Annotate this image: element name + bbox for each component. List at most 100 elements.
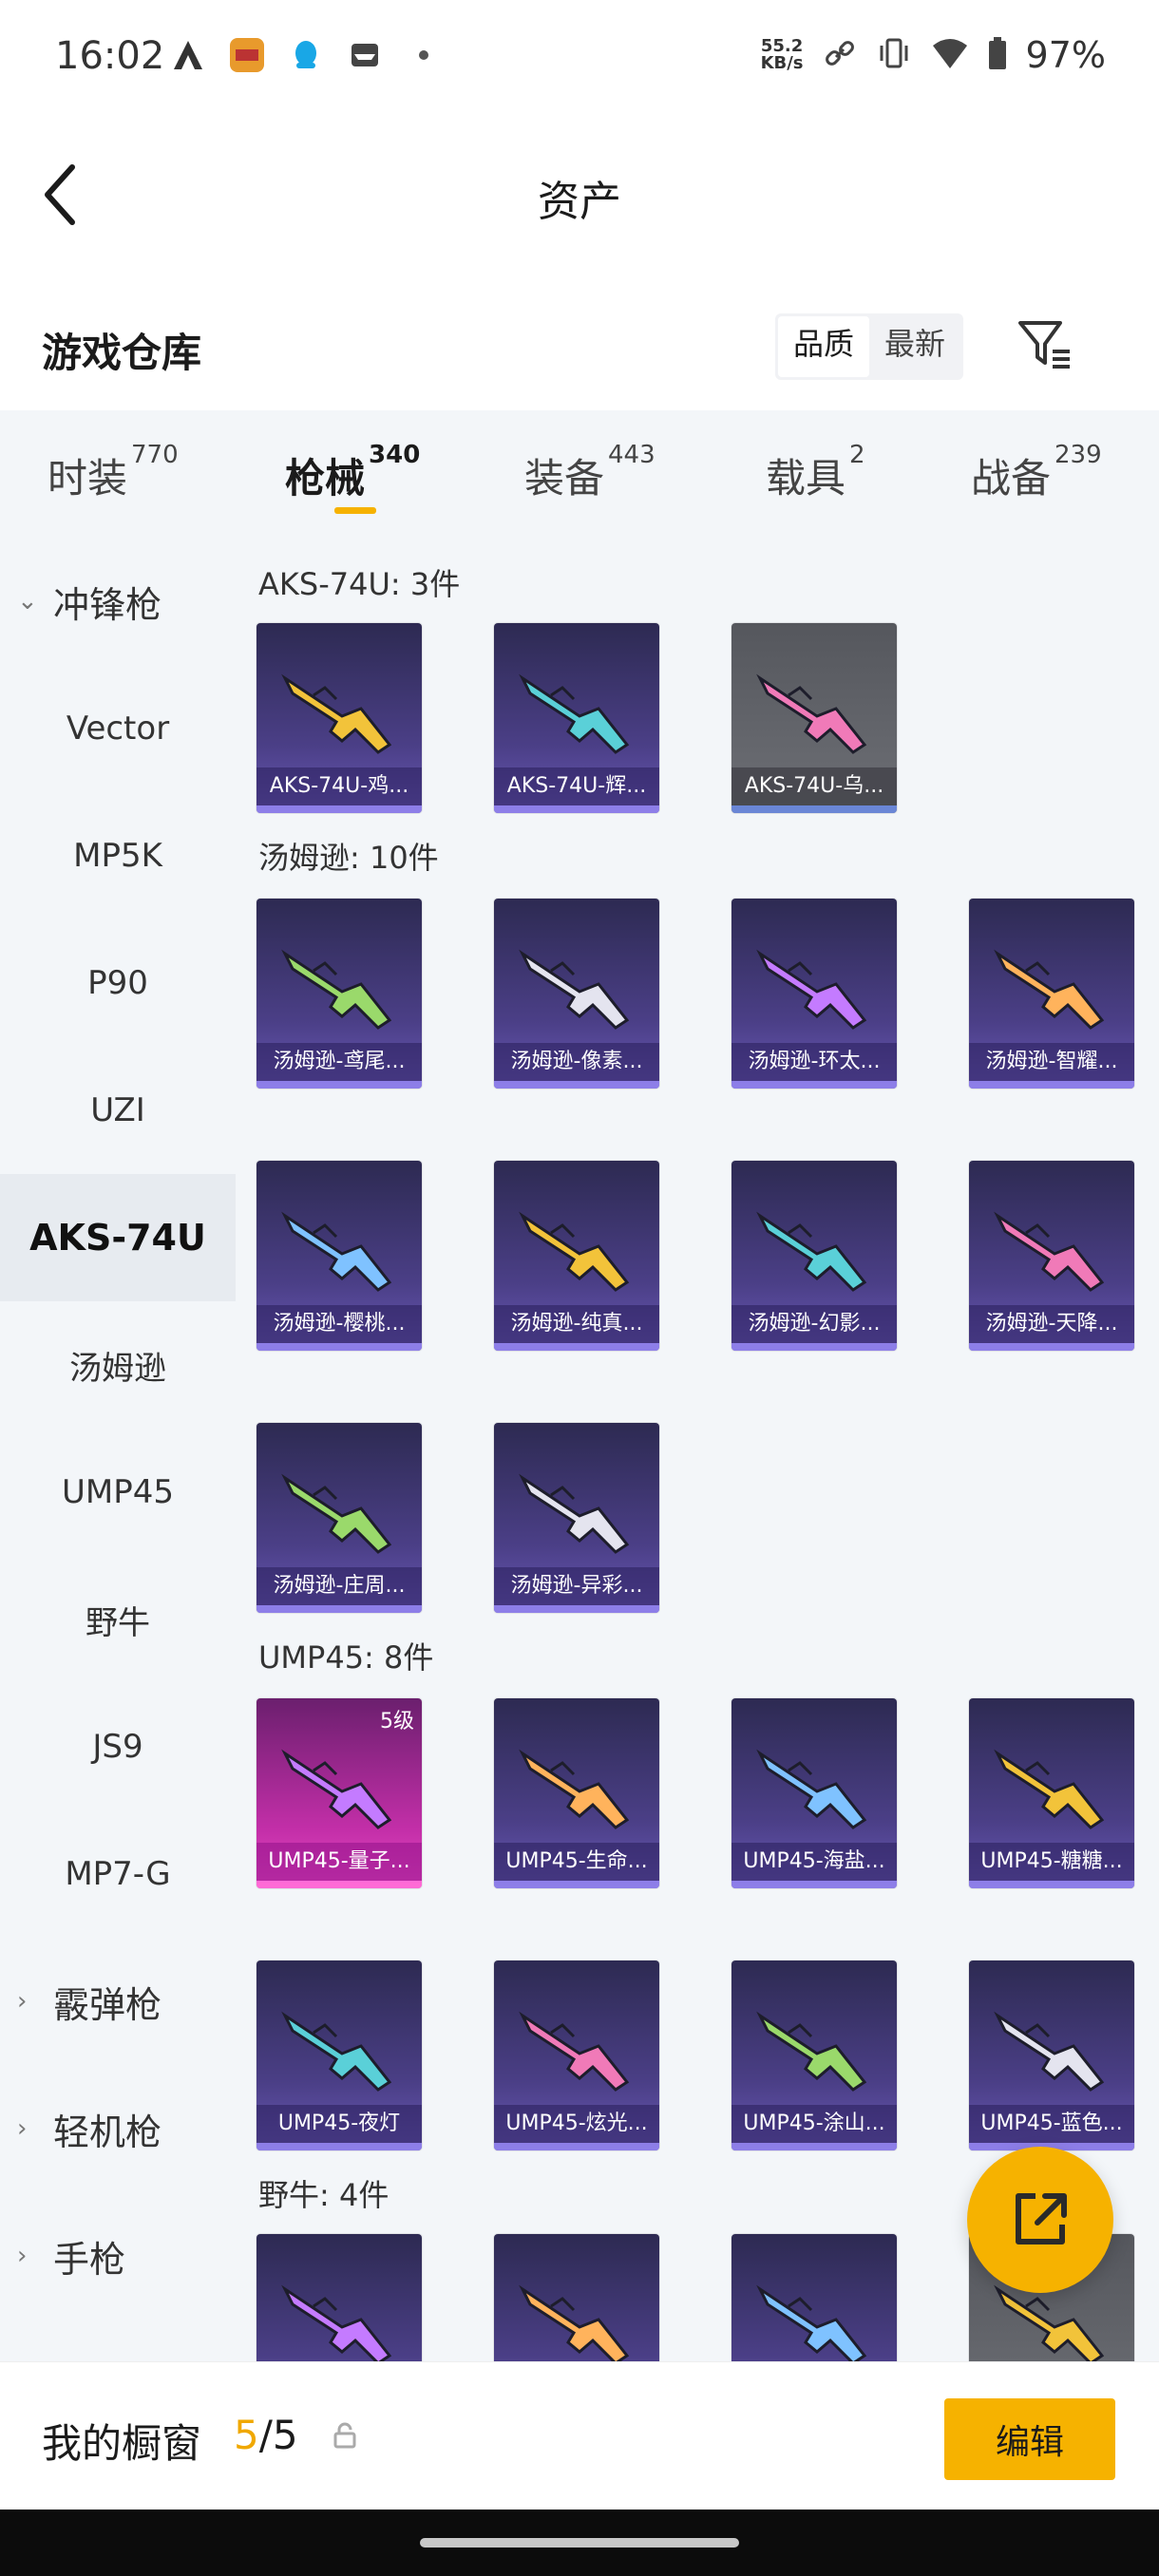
chevron-right-icon: › [17,2114,28,2143]
weapon-skin-icon [756,2284,867,2361]
weapon-skin-icon [281,2284,392,2361]
weapon-card[interactable]: UMP45-量子... 5级 [256,1698,422,1888]
weapon-card-label: AKS-74U-乌... [732,767,897,805]
weapon-card[interactable]: UMP45-炫光... [494,1960,659,2150]
rarity-bar [732,805,897,813]
rarity-bar [732,1343,897,1351]
showcase-bar: 我的橱窗 5/5 编辑 [0,2361,1159,2510]
weapon-skin-icon [519,2011,630,2092]
tab-supplies[interactable]: 战备 239 [971,441,1102,504]
weapon-card[interactable] [256,2234,422,2361]
weapon-card[interactable]: UMP45-夜灯 [256,1960,422,2150]
showcase-count: 5/5 [234,2412,298,2458]
category-tabs: 时装 770 枪械 340 装备 443 载具 2 战备 239 [0,410,1159,538]
weapon-card[interactable]: 汤姆逊-庄周... [256,1423,422,1613]
rarity-bar [494,1881,659,1888]
weapon-card[interactable] [732,2234,897,2361]
home-gesture-pill[interactable] [420,2538,739,2548]
sort-newest-button[interactable]: 最新 [869,316,960,377]
tab-equipment[interactable]: 装备 443 [524,441,656,504]
weapon-card[interactable]: 汤姆逊-樱桃... [256,1161,422,1351]
weapon-card[interactable]: AKS-74U-辉... [494,623,659,813]
sidebar-category-shotgun[interactable]: › 霰弹枪 [0,1938,236,2065]
weapon-card-label: AKS-74U-辉... [494,767,659,805]
weapon-card-label: UMP45-涂山... [732,2105,897,2143]
weapon-sidebar: ⌄ 冲锋枪 Vector MP5K P90 UZI AKS-74U 汤姆逊 UM… [0,538,236,2361]
weapon-card[interactable]: UMP45-海盐... [732,1698,897,1888]
weapon-skin-icon [519,949,630,1030]
weapon-card[interactable]: 汤姆逊-像素... [494,899,659,1089]
weapon-card[interactable]: 汤姆逊-鸢尾... [256,899,422,1089]
weapon-card-label: 汤姆逊-天降... [969,1305,1134,1343]
sidebar-item-mp7g[interactable]: MP7-G [0,1810,236,1938]
game-app-icon [228,36,266,74]
weapon-skin-icon [281,1749,392,1829]
group-title-thompson: 汤姆逊: 10件 [258,840,439,876]
rarity-bar [494,1343,659,1351]
sidebar-item-js9[interactable]: JS9 [0,1683,236,1810]
status-bar: 16:02 55.2 KB/s 97% [0,0,1159,114]
sidebar-item-mp5k[interactable]: MP5K [0,792,236,919]
rarity-bar [256,1881,422,1888]
sidebar-item-thompson[interactable]: 汤姆逊 [0,1301,236,1429]
weapon-skin-icon [756,2011,867,2092]
rarity-bar [494,2143,659,2150]
weapon-card-label: AKS-74U-鸡... [256,767,422,805]
sidebar-category-smg[interactable]: ⌄ 冲锋枪 [0,538,236,665]
weapon-card-label: 汤姆逊-智耀... [969,1043,1134,1081]
sidebar-category-lmg[interactable]: › 轻机枪 [0,2065,236,2192]
page-title: 资产 [538,178,621,226]
weapon-skin-icon [519,1211,630,1292]
weapon-card[interactable]: 汤姆逊-异彩... [494,1423,659,1613]
weapon-card[interactable]: AKS-74U-鸡... [256,623,422,813]
tab-vehicles[interactable]: 载具 2 [766,441,865,504]
lock-icon [331,2421,359,2450]
sort-toggle: 品质 最新 [775,313,964,380]
sidebar-item-p90[interactable]: P90 [0,919,236,1047]
rarity-bar [494,1605,659,1613]
rarity-bar [256,1081,422,1089]
tab-weapons[interactable]: 枪械 340 [285,441,420,504]
rarity-bar [494,805,659,813]
share-button[interactable] [967,2147,1113,2293]
battery-percent: 97% [1025,34,1106,76]
active-tab-indicator [334,507,376,514]
rarity-bar [256,2143,422,2150]
weapon-card-label: 汤姆逊-像素... [494,1043,659,1081]
edit-button[interactable]: 编辑 [944,2398,1115,2480]
filter-button[interactable] [1016,317,1074,374]
tab-fashion[interactable]: 时装 770 [48,441,179,504]
weapon-skin-icon [519,1473,630,1554]
weapon-card-label: UMP45-量子... [256,1843,422,1881]
sidebar-item-uzi[interactable]: UZI [0,1047,236,1174]
weapon-card[interactable]: 汤姆逊-纯真... [494,1161,659,1351]
sidebar-item-ump45[interactable]: UMP45 [0,1429,236,1556]
weapon-skin-icon [756,949,867,1030]
weapon-skin-icon [519,673,630,754]
sidebar-item-bizon[interactable]: 野牛 [0,1556,236,1683]
weapon-card[interactable] [494,2234,659,2361]
mail-icon [346,36,384,74]
chevron-right-icon: › [17,2242,28,2270]
sort-quality-button[interactable]: 品质 [778,316,870,377]
sidebar-item-aks74u[interactable]: AKS-74U [0,1174,236,1301]
weapon-card[interactable]: UMP45-涂山... [732,1960,897,2150]
sidebar-item-vector[interactable]: Vector [0,665,236,792]
dot-icon [405,36,443,74]
weapon-card-label: UMP45-海盐... [732,1843,897,1881]
weapon-card[interactable]: 汤姆逊-智耀... [969,899,1134,1089]
weapon-card[interactable]: AKS-74U-乌... [732,623,897,813]
system-nav-bar [0,2510,1159,2576]
weapon-skin-icon [281,1211,392,1292]
warehouse-title: 游戏仓库 [42,330,202,376]
sidebar-category-pistol[interactable]: › 手枪 [0,2192,236,2320]
weapon-card[interactable]: 汤姆逊-天降... [969,1161,1134,1351]
weapon-card[interactable]: UMP45-生命... [494,1698,659,1888]
network-speed: 55.2 KB/s [760,36,804,73]
weapon-card[interactable]: 汤姆逊-幻影... [732,1161,897,1351]
weapon-card[interactable]: 汤姆逊-环太... [732,899,897,1089]
weapon-card[interactable]: UMP45-蓝色... [969,1960,1134,2150]
weapon-skin-icon [281,949,392,1030]
filter-icon [1018,321,1070,369]
weapon-card[interactable]: UMP45-糖糖... [969,1698,1134,1888]
